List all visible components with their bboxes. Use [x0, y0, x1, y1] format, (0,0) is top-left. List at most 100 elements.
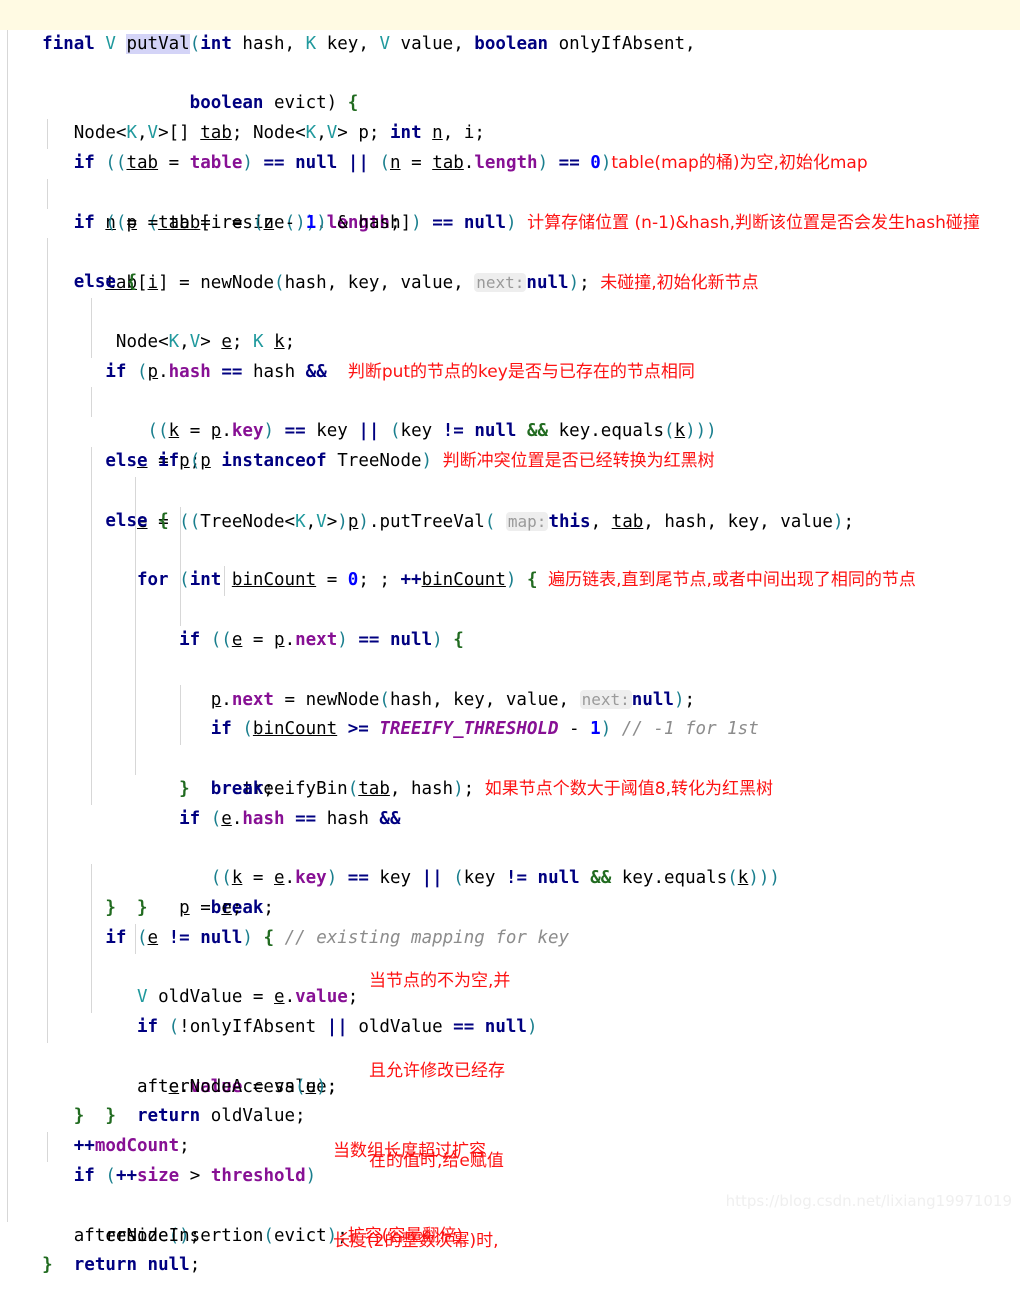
token-paren: ((	[210, 868, 232, 889]
token-method: afterNodeInsertion	[73, 1225, 264, 1246]
token-punct: .	[368, 511, 380, 532]
indent-guide	[7, 1132, 8, 1163]
token-punct: .	[590, 421, 601, 442]
indent-guide	[7, 744, 8, 775]
indent-guide	[47, 297, 48, 328]
token-local: binCount	[231, 570, 317, 591]
indent-guide	[135, 595, 136, 626]
token-paren: (	[137, 361, 148, 382]
token-operator: ++	[115, 1166, 138, 1187]
token-paren: (	[379, 152, 390, 173]
token-local: i	[210, 212, 222, 233]
indent-guide	[91, 297, 92, 328]
token-param: hash,	[242, 33, 296, 54]
indent-guide	[47, 387, 48, 418]
indent-guide	[7, 983, 8, 1014]
token-paren: (	[137, 927, 148, 948]
token-keyword: null	[537, 868, 580, 889]
token-punct: >	[326, 511, 338, 532]
indent-guide	[91, 476, 92, 507]
token-operator: ==	[432, 212, 454, 233]
indent-guide	[47, 178, 48, 209]
token-paren: ((	[105, 212, 127, 233]
token-keyword: if	[105, 361, 127, 382]
code-line[interactable]: break;	[0, 595, 1020, 799]
token-brace: {	[453, 629, 464, 650]
token-method: equals	[664, 868, 728, 889]
code-line[interactable]: e = ((TreeNode<K,V>)p).putTreeVal( map: t…	[0, 387, 1020, 532]
code-line[interactable]: if (e != null) { // existing mapping for…	[0, 834, 1020, 948]
code-line[interactable]: tab[i] = newNode(hash, key, value, next:…	[0, 178, 1020, 293]
token-paren: (	[253, 212, 264, 233]
indent-guide	[7, 476, 8, 507]
indent-guide	[47, 595, 48, 626]
token-local: binCount	[252, 719, 338, 740]
code-line[interactable]: if (e.hash == hash &&	[0, 655, 1020, 829]
annotation-note: 判断put的节点的key是否与已存在的节点相同	[347, 361, 695, 382]
token-param: evict	[273, 1225, 327, 1246]
token-punct: ;	[295, 1106, 306, 1127]
token-operator: ==	[295, 808, 317, 829]
token-brace: }	[136, 897, 148, 918]
token-type: TreeNode	[337, 450, 422, 471]
token-paren: )))	[685, 421, 717, 442]
token-keyword: null	[526, 273, 569, 294]
token-type: Node<	[115, 331, 169, 352]
code-line[interactable]: ((k = p.key) == key || (key != null && k…	[0, 297, 1020, 441]
indent-guide	[135, 476, 136, 507]
token-field: table	[189, 152, 243, 173]
token-keyword: null	[200, 927, 243, 948]
token-paren: (	[179, 570, 190, 591]
token-param: hash	[252, 361, 296, 382]
token-paren: ((	[179, 511, 201, 532]
token-operator: ==	[284, 421, 306, 442]
indent-guide	[7, 238, 8, 269]
parameter-hint-inlay: next:	[474, 273, 527, 293]
token-operator: ||	[347, 152, 369, 173]
token-param: value,	[400, 33, 464, 54]
token-operator: >	[189, 1166, 201, 1187]
token-paren: ((	[105, 152, 127, 173]
token-operator: !=	[168, 927, 190, 948]
indent-guide	[7, 178, 8, 209]
token-local: e	[221, 808, 232, 829]
token-punct: .	[463, 152, 475, 173]
token-paren: )	[432, 629, 443, 650]
code-line[interactable]: if ((e = p.next) == null) {	[0, 476, 1020, 650]
code-line[interactable]: p = e;	[0, 744, 1020, 918]
token-local: oldValue	[210, 1106, 296, 1127]
token-local: tab	[126, 152, 159, 173]
token-operator: ||	[326, 1017, 348, 1038]
token-field: value	[295, 987, 348, 1008]
token-keyword: instanceof	[221, 450, 327, 471]
code-line[interactable]: Node<K,V>[] tab; Node<K,V> p; int n, i;	[0, 59, 1020, 143]
token-keyword: return	[136, 1106, 201, 1127]
token-paren: (	[379, 690, 390, 711]
code-editor[interactable]: final V putVal(int hash, K key, V value,…	[0, 0, 1020, 1275]
token-paren: (	[727, 868, 738, 889]
token-local: n	[263, 212, 275, 233]
token-keyword: null	[295, 152, 338, 173]
token-type-param: K	[252, 331, 264, 352]
token-operator: =	[411, 152, 422, 173]
token-local: k	[274, 331, 285, 352]
indent-guide	[47, 238, 48, 269]
code-line[interactable]: Node<K,V> e; K k;	[0, 238, 1020, 352]
token-paren: (	[389, 421, 401, 442]
token-keyword: null	[463, 212, 507, 233]
token-punct: ;	[284, 331, 296, 352]
code-line[interactable]: final V putVal(int hash, K key, V value,…	[0, 0, 1020, 54]
token-keyword: if	[73, 212, 95, 233]
token-keyword: else	[105, 450, 148, 471]
token-punct: ,	[179, 331, 190, 352]
token-brace: {	[158, 510, 169, 531]
token-local: p	[179, 897, 190, 918]
code-line[interactable]: if (binCount >= TREEIFY_THRESHOLD - 1) /…	[0, 536, 1020, 739]
token-local: n	[390, 152, 401, 173]
token-field: next	[295, 629, 338, 650]
indent-guide	[91, 655, 92, 686]
token-field: key	[295, 868, 327, 889]
token-args: ,	[590, 511, 612, 532]
token-paren: )	[526, 1017, 538, 1038]
token-method-name[interactable]: putVal	[126, 33, 190, 54]
